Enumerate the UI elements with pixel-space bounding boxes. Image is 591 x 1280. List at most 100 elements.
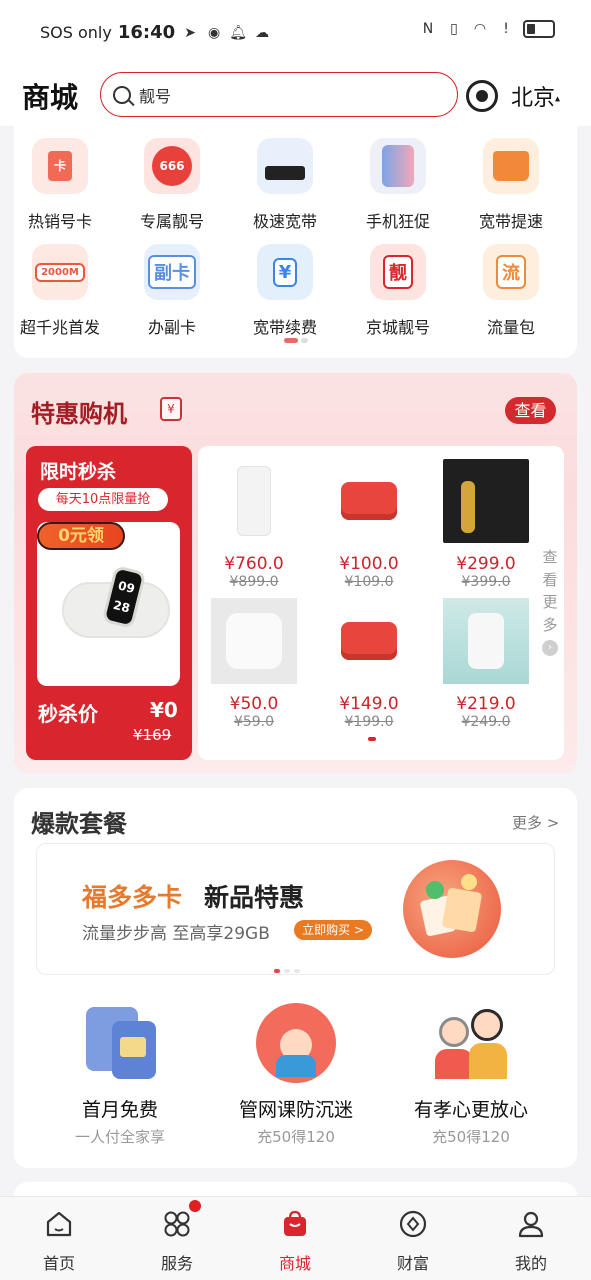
- customer-service-icon[interactable]: [466, 80, 498, 112]
- nav-home[interactable]: 首页: [0, 1208, 118, 1274]
- product-price: ¥149.0: [339, 694, 399, 714]
- grid-item-label: 专属靓号: [139, 212, 204, 231]
- grid-item-8[interactable]: 靓京城靓号: [342, 244, 454, 344]
- product-price: ¥50.0: [229, 694, 279, 714]
- grid-item-label: 流量包: [486, 318, 535, 337]
- grid-item-0[interactable]: 卡热销号卡: [4, 138, 116, 238]
- nav-apps[interactable]: 服务: [118, 1200, 236, 1274]
- feature-item[interactable]: 有孝心更放心充50得120: [386, 1003, 556, 1147]
- nav-label: 服务: [160, 1254, 193, 1273]
- banner-title: 新品特惠: [204, 883, 305, 912]
- vibrate-icon: ▯: [450, 21, 458, 37]
- shopping-bag-icon: [279, 1208, 311, 1240]
- buy-now-button[interactable]: 立即购买 >: [294, 920, 372, 940]
- user-icon: [515, 1208, 547, 1240]
- product-price: ¥299.0: [456, 554, 516, 574]
- home-icon: [43, 1208, 75, 1240]
- feature-title: 有孝心更放心: [413, 1099, 528, 1121]
- feature-subtitle: 充50得120: [432, 1128, 510, 1146]
- product-card[interactable]: ¥219.0 ¥249.0: [431, 598, 541, 730]
- product-old-price: ¥109.0: [344, 574, 394, 590]
- nav-label: 首页: [42, 1254, 75, 1273]
- sim-cards-icon: [80, 1003, 160, 1083]
- tehui-title: 特惠购机: [31, 400, 127, 428]
- flash-sale-title: 限时秒杀: [40, 461, 117, 483]
- feature-item[interactable]: 管网课防沉迷充50得120: [211, 1003, 381, 1147]
- house-icon: [483, 138, 539, 194]
- router-icon: [257, 138, 313, 194]
- phone-icon: [370, 138, 426, 194]
- nfc-icon: N: [422, 21, 434, 37]
- product-old-price: ¥399.0: [461, 574, 511, 590]
- product-price: ¥760.0: [224, 554, 284, 574]
- grid-item-label: 宽带提速: [478, 212, 543, 231]
- chevron-right-icon[interactable]: ›: [542, 640, 558, 656]
- grid-item-label: 手机狂促: [365, 212, 430, 231]
- grid-item-label: 京城靓号: [365, 318, 430, 337]
- product-old-price: ¥199.0: [344, 714, 394, 730]
- nav-label: 我的: [514, 1254, 547, 1273]
- banner-title-colored: 福多多卡: [82, 883, 183, 912]
- ticket-icon: ¥: [257, 244, 313, 300]
- product-card[interactable]: ¥100.0 ¥109.0: [314, 458, 424, 590]
- coupon-icon: ¥: [160, 397, 182, 421]
- city-name: 北京: [511, 86, 556, 111]
- feature-item[interactable]: 首月免费 一人付全家享: [35, 1003, 205, 1147]
- feature-subtitle: 一人付全家享: [74, 1128, 165, 1146]
- product-card[interactable]: ¥299.0 ¥399.0: [431, 458, 541, 590]
- flash-old-price: ¥169: [133, 726, 172, 744]
- grid-item-label: 热销号卡: [27, 212, 92, 231]
- nav-shopping-bag[interactable]: 商城: [236, 1208, 354, 1274]
- grid-item-7[interactable]: ¥ 宽带续费: [229, 244, 341, 344]
- grid-item-label: 超千兆首发: [19, 318, 100, 337]
- feature-title: 管网课防沉迷: [238, 1099, 353, 1121]
- product-image: [326, 598, 412, 684]
- clock-time: 16:40: [117, 22, 176, 43]
- tag-icon: 流: [483, 244, 539, 300]
- child-study-icon: [256, 1003, 336, 1083]
- nav-user[interactable]: 我的: [472, 1208, 590, 1274]
- product-image: [443, 598, 529, 684]
- cloud-icon: ☁: [255, 24, 270, 41]
- view-button[interactable]: 查看: [505, 397, 556, 424]
- product-old-price: ¥59.0: [233, 714, 275, 730]
- notification-badge: [189, 1200, 201, 1212]
- carrier-text: SOS only: [40, 23, 112, 42]
- feature-subtitle: 充50得120: [257, 1128, 335, 1146]
- status-left: SOS only 16:40 ➤ ◉ 🔔︎ ☁: [40, 22, 271, 43]
- banner-subtitle: 流量步步高 至高享29GB: [82, 924, 270, 944]
- flash-price-label: 秒杀价: [38, 702, 98, 726]
- product-card[interactable]: ¥50.0 ¥59.0: [199, 598, 309, 730]
- nav-label: 财富: [396, 1254, 429, 1273]
- product-card[interactable]: ¥149.0 ¥199.0: [314, 598, 424, 730]
- search-icon: [113, 85, 131, 104]
- coin-icon: [397, 1208, 429, 1240]
- wifi-icon: ◠: [473, 21, 487, 37]
- more-link[interactable]: 更多 >: [512, 812, 559, 833]
- product-image: [211, 458, 297, 544]
- grid-item-3[interactable]: 手机狂促: [342, 138, 454, 238]
- bell-icon: 🔔︎: [229, 24, 248, 41]
- grid-item-1[interactable]: 666 专属靓号: [116, 138, 228, 238]
- sub-card-icon: 副卡: [144, 244, 200, 300]
- product-image: [211, 598, 297, 684]
- chevron-down-icon: ▴: [555, 93, 561, 105]
- product-old-price: ¥899.0: [229, 574, 279, 590]
- grid-item-6[interactable]: 副卡 办副卡: [116, 244, 228, 344]
- grid-item-5[interactable]: 2000M 超千兆首发: [4, 244, 116, 344]
- nav-coin[interactable]: 财富: [354, 1208, 472, 1274]
- product-price: ¥219.0: [456, 694, 516, 714]
- city-selector[interactable]: 北京▴: [511, 80, 560, 112]
- battery-icon: [523, 20, 555, 38]
- search-placeholder: 靓号: [139, 86, 172, 106]
- product-card[interactable]: ¥760.0 ¥899.0: [199, 458, 309, 590]
- search-input[interactable]: 靓号: [100, 72, 458, 117]
- banner-page-indicator: [274, 969, 300, 973]
- grid-item-2[interactable]: 极速宽带: [229, 138, 341, 238]
- grid-item-4[interactable]: 宽带提速: [455, 138, 567, 238]
- view-more-vertical[interactable]: 查 看 更 多: [541, 546, 559, 636]
- sim-card-icon: 卡: [32, 138, 88, 194]
- grid-item-label: 极速宽带: [252, 212, 317, 231]
- discord-icon: ◉: [208, 24, 221, 41]
- grid-item-9[interactable]: 流流量包: [455, 244, 567, 344]
